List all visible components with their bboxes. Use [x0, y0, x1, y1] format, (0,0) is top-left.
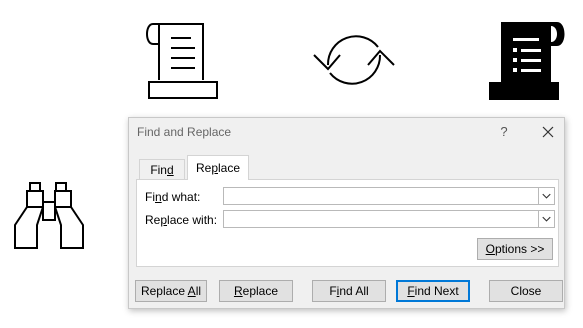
replace-with-input[interactable] [224, 211, 540, 227]
find-what-combobox[interactable] [223, 187, 555, 205]
tab-replace[interactable]: Replace [187, 155, 249, 180]
replace-all-button[interactable]: Replace All [135, 280, 207, 302]
find-all-button[interactable]: Find All [312, 280, 386, 302]
close-icon[interactable] [534, 122, 562, 142]
options-button[interactable]: Options >> [477, 238, 553, 260]
replace-with-combobox[interactable] [223, 210, 555, 228]
help-button[interactable]: ? [489, 122, 519, 142]
find-replace-dialog: Find and Replace ? Find Replace Find wha… [128, 117, 565, 309]
refresh-icon [313, 35, 395, 85]
replace-tab-panel: Find what: Replace with: Options >> [136, 179, 559, 267]
tab-find[interactable]: Find [139, 159, 185, 179]
close-button[interactable]: Close [489, 280, 563, 302]
replace-with-label: Replace with: [145, 213, 218, 227]
chevron-down-icon[interactable] [538, 211, 554, 227]
replace-button[interactable]: Replace [219, 280, 293, 302]
scroll-filled-icon [489, 22, 565, 100]
chevron-down-icon[interactable] [538, 188, 554, 204]
title-bar[interactable]: Find and Replace ? [129, 118, 564, 146]
dialog-title: Find and Replace [137, 125, 232, 139]
find-what-label: Find what: [145, 190, 201, 204]
find-next-button[interactable]: Find Next [396, 280, 470, 302]
find-what-input[interactable] [224, 188, 540, 204]
scroll-outline-icon [146, 23, 218, 99]
binoculars-icon [14, 182, 84, 249]
